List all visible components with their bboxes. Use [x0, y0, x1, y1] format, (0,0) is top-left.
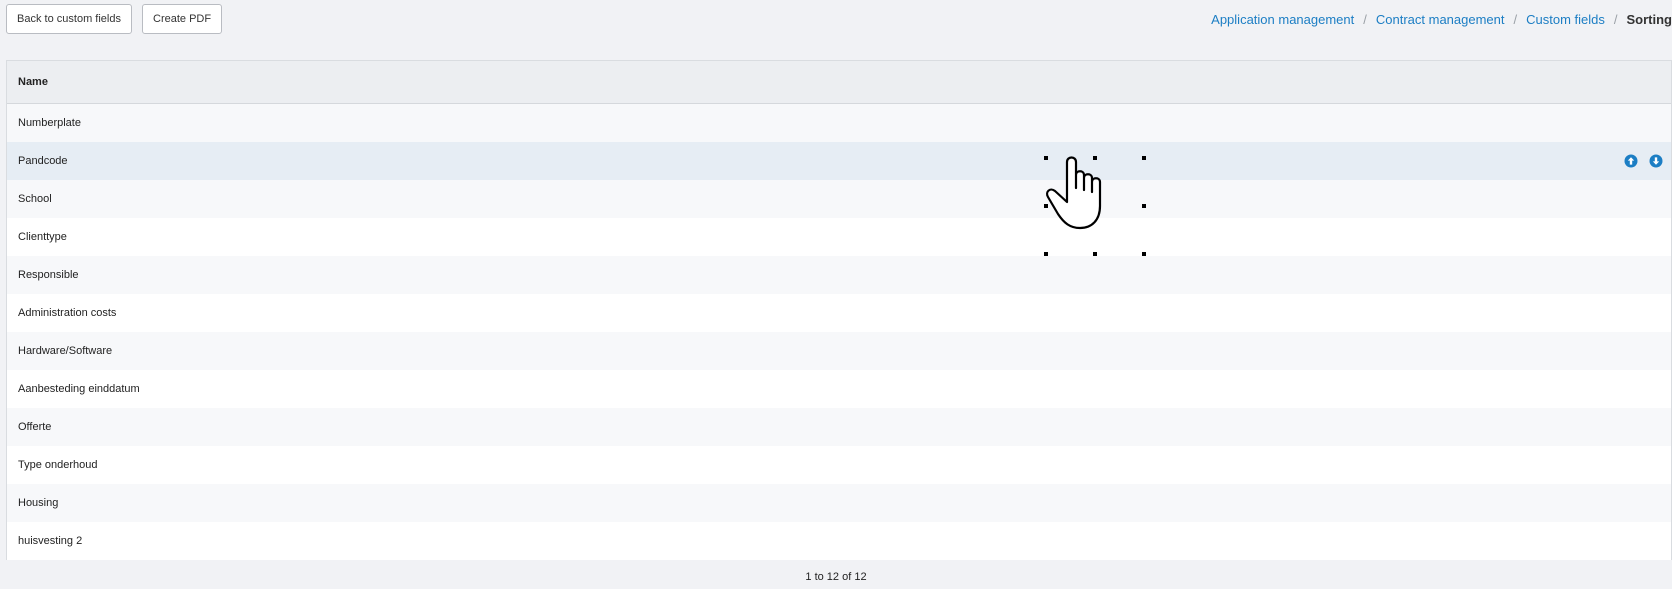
table-row[interactable]: Type onderhoud: [7, 446, 1671, 484]
breadcrumb-separator: /: [1513, 12, 1518, 27]
row-name: Aanbesteding einddatum: [18, 383, 140, 395]
row-name: Hardware/Software: [18, 345, 113, 357]
table-row[interactable]: Administration costs: [7, 294, 1671, 332]
sorting-table: Name Numberplate Pandcode School Clientt…: [6, 60, 1672, 560]
breadcrumb-contract-management[interactable]: Contract management: [1376, 12, 1505, 27]
row-name: Type onderhoud: [18, 459, 98, 471]
row-name: Responsible: [18, 269, 79, 281]
row-sort-actions: [1624, 154, 1663, 168]
table-row[interactable]: School: [7, 180, 1671, 218]
row-name: huisvesting 2: [18, 535, 83, 547]
pagination-summary: 1 to 12 of 12: [805, 571, 867, 583]
arrow-up-circle-icon[interactable]: [1624, 154, 1638, 168]
back-to-custom-fields-button[interactable]: Back to custom fields: [6, 4, 132, 34]
column-header-name[interactable]: Name: [7, 61, 1671, 104]
row-name: Administration costs: [18, 307, 117, 319]
breadcrumb: Application management / Contract manageme…: [1211, 12, 1672, 28]
table-row[interactable]: Responsible: [7, 256, 1671, 294]
table-row[interactable]: Pandcode: [7, 142, 1671, 180]
arrow-down-circle-icon[interactable]: [1649, 154, 1663, 168]
row-name: Pandcode: [18, 155, 68, 167]
create-pdf-button[interactable]: Create PDF: [142, 4, 222, 34]
breadcrumb-separator: /: [1363, 12, 1367, 27]
row-name: School: [18, 193, 52, 205]
table-row[interactable]: Numberplate: [7, 104, 1671, 142]
table-row[interactable]: Offerte: [7, 408, 1671, 446]
breadcrumb-custom-fields[interactable]: Custom fields: [1526, 12, 1605, 27]
toolbar: Back to custom fields Create PDF Applica…: [0, 0, 1672, 60]
breadcrumb-current-sorting: Sorting: [1626, 12, 1672, 27]
table-row[interactable]: huisvesting 2: [7, 522, 1671, 560]
row-name: Numberplate: [18, 117, 81, 129]
breadcrumb-separator: /: [1613, 12, 1618, 27]
table-row[interactable]: Clienttype: [7, 218, 1671, 256]
table-row[interactable]: Aanbesteding einddatum: [7, 370, 1671, 408]
table-row[interactable]: Housing: [7, 484, 1671, 522]
row-name: Clienttype: [18, 231, 67, 243]
breadcrumb-application-management[interactable]: Application management: [1211, 12, 1354, 27]
row-name: Offerte: [18, 421, 52, 433]
row-name: Housing: [18, 497, 59, 509]
table-row[interactable]: Hardware/Software: [7, 332, 1671, 370]
